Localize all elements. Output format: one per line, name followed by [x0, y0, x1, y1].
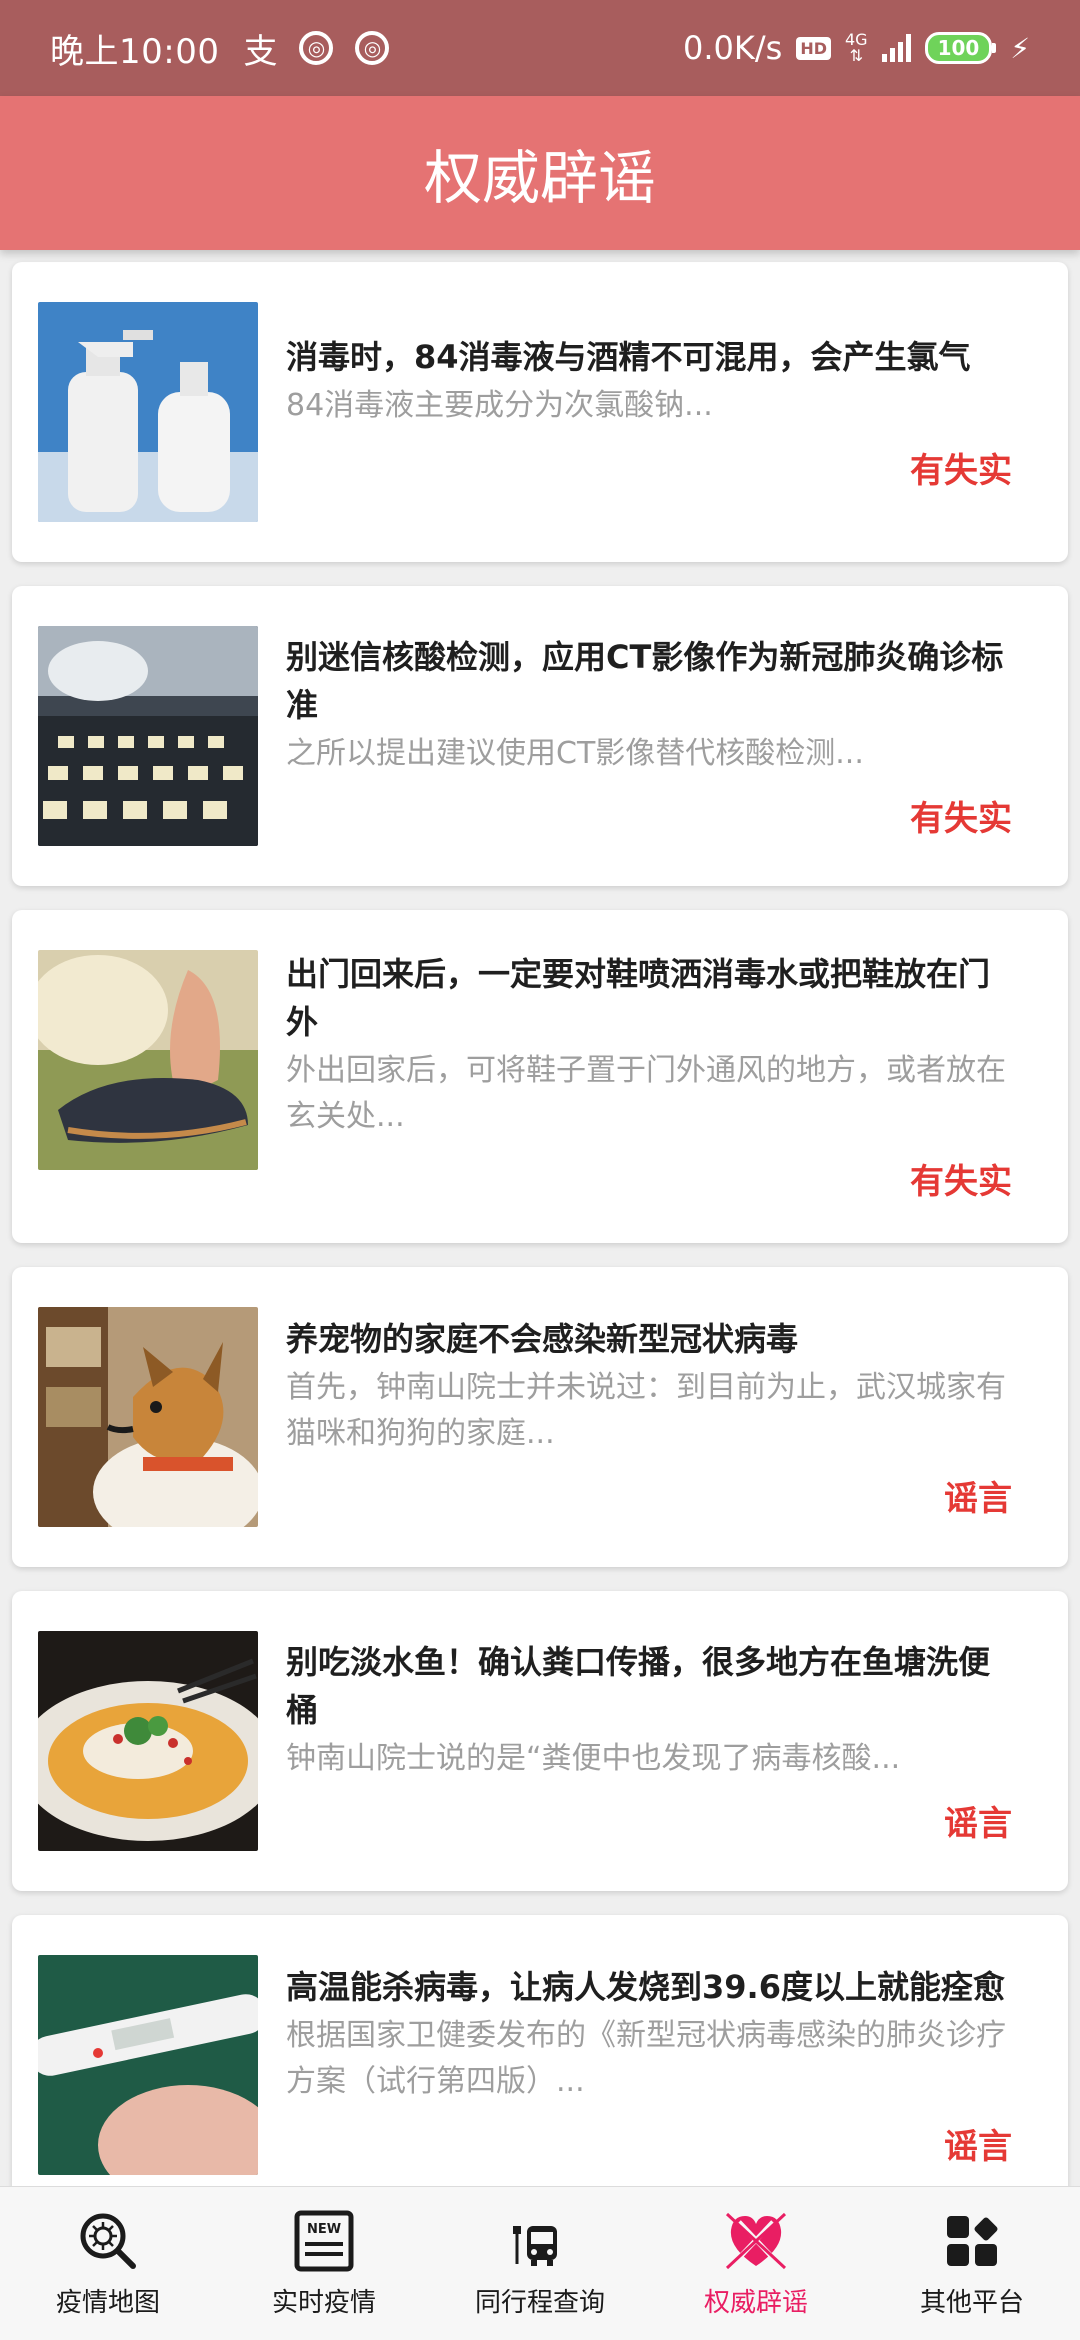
card-image-dog: [38, 1307, 258, 1527]
apps-icon: [939, 2208, 1005, 2274]
card-body: 别迷信核酸检测，应用CT影像作为新冠肺炎确诊标准 之所以提出建议使用CT影像替代…: [286, 626, 1042, 846]
card-summary: 钟南山院士说的是“粪便中也发现了病毒核酸...: [286, 1740, 901, 1776]
rumor-list[interactable]: 消毒时，84消毒液与酒精不可混用，会产生氯气 84消毒液主要成分为次氯酸钠...…: [0, 250, 1080, 2186]
rumor-card[interactable]: 高温能杀病毒，让病人发烧到39.6度以上就能痊愈 根据国家卫健委发布的《新型冠状…: [12, 1915, 1068, 2186]
card-body: 出门回来后，一定要对鞋喷洒消毒水或把鞋放在门外 外出回家后，可将鞋子置于门外通风…: [286, 950, 1042, 1203]
verdict-badge: 有失实: [910, 450, 1012, 491]
verdict-badge: 谣言: [944, 1478, 1012, 1519]
tab-epidemic-map[interactable]: 疫情地图: [0, 2187, 216, 2340]
card-title: 高温能杀病毒，让病人发烧到39.6度以上就能痊愈: [286, 1967, 1005, 2006]
verdict-badge: 有失实: [910, 798, 1012, 839]
tab-label: 同行程查询: [474, 2288, 605, 2318]
card-body: 别吃淡水鱼！确认粪口传播，很多地方在鱼塘洗便桶 钟南山院士说的是“粪便中也发现了…: [286, 1631, 1042, 1851]
hd-icon: HD: [796, 36, 831, 60]
network-speed: 0.0K/s: [683, 29, 783, 67]
page-title: 权威辟谣: [423, 144, 656, 212]
status-notification-icons: 支 ◎ ◎: [243, 24, 390, 73]
tab-realtime[interactable]: NEW 实时疫情: [216, 2187, 432, 2340]
verdict-badge: 谣言: [944, 2126, 1012, 2167]
signal-icon: [881, 34, 911, 62]
card-image-thermometer: [38, 1955, 258, 2175]
rumor-icon: [723, 2208, 789, 2274]
card-body: 高温能杀病毒，让病人发烧到39.6度以上就能痊愈 根据国家卫健委发布的《新型冠状…: [286, 1955, 1042, 2175]
charging-icon: ⚡: [1010, 31, 1030, 65]
tab-itinerary-query[interactable]: 同行程查询: [432, 2187, 648, 2340]
rumor-card[interactable]: 别迷信核酸检测，应用CT影像作为新冠肺炎确诊标准 之所以提出建议使用CT影像替代…: [12, 586, 1068, 886]
bottom-nav: 疫情地图 NEW 实时疫情 同行程查询 权威辟谣 其他平台: [0, 2186, 1080, 2340]
verdict-badge: 有失实: [910, 1162, 1012, 1202]
app-notification-icon: ◎: [299, 31, 334, 65]
card-summary: 84消毒液主要成分为次氯酸钠...: [286, 387, 713, 423]
tab-other-platforms[interactable]: 其他平台: [864, 2187, 1080, 2340]
battery-level: 100: [924, 32, 993, 64]
card-title: 消毒时，84消毒液与酒精不可混用，会产生氯气: [286, 337, 971, 376]
app-notification-icon-2: ◎: [355, 31, 390, 65]
card-image-test-samples: [38, 626, 258, 846]
card-summary: 之所以提出建议使用CT影像替代核酸检测...: [286, 735, 864, 771]
tab-rumor-debunk[interactable]: 权威辟谣: [648, 2187, 864, 2340]
status-time: 晚上10:00: [50, 31, 220, 72]
verdict-badge: 谣言: [944, 1803, 1012, 1844]
data-arrows-icon: ⇅: [849, 46, 863, 65]
tab-label: 其他平台: [919, 2288, 1024, 2318]
card-body: 养宠物的家庭不会感染新型冠状病毒 首先，钟南山院士并未说过：到目前为止，武汉城家…: [286, 1307, 1042, 1527]
news-icon-text: NEW: [307, 2222, 341, 2237]
card-image-shoe: [38, 950, 258, 1170]
app-header: 权威辟谣: [0, 96, 1080, 250]
rumor-card[interactable]: 消毒时，84消毒液与酒精不可混用，会产生氯气 84消毒液主要成分为次氯酸钠...…: [12, 262, 1068, 562]
status-bar: 晚上10:00 支 ◎ ◎ 0.0K/s HD 4G ⇅ 100 ⚡: [0, 0, 1080, 96]
news-icon: NEW: [291, 2208, 357, 2274]
tab-label: 实时疫情: [271, 2288, 376, 2318]
card-title: 别吃淡水鱼！确认粪口传播，很多地方在鱼塘洗便桶: [286, 1642, 991, 1729]
battery-icon: 100: [924, 32, 997, 64]
status-right: 0.0K/s HD 4G ⇅ 100 ⚡: [683, 29, 1030, 67]
card-summary: 根据国家卫健委发布的《新型冠状病毒感染的肺炎诊疗方案（试行第四版）...: [286, 2017, 1006, 2099]
network-type: 4G ⇅: [845, 32, 868, 64]
card-title: 养宠物的家庭不会感染新型冠状病毒: [286, 1319, 799, 1358]
virus-search-icon: [75, 2208, 141, 2274]
card-body: 消毒时，84消毒液与酒精不可混用，会产生氯气 84消毒液主要成分为次氯酸钠...…: [286, 302, 1042, 522]
card-summary: 首先，钟南山院士并未说过：到目前为止，武汉城家有猫咪和狗狗的家庭...: [286, 1369, 1006, 1451]
alipay-icon: 支: [243, 31, 278, 72]
tab-label: 权威辟谣: [703, 2288, 808, 2318]
card-title: 别迷信核酸检测，应用CT影像作为新冠肺炎确诊标准: [286, 637, 1004, 724]
card-summary: 外出回家后，可将鞋子置于门外通风的地方，或者放在玄关处...: [286, 1053, 1006, 1134]
rumor-card[interactable]: 养宠物的家庭不会感染新型冠状病毒 首先，钟南山院士并未说过：到目前为止，武汉城家…: [12, 1267, 1068, 1567]
rumor-card[interactable]: 别吃淡水鱼！确认粪口传播，很多地方在鱼塘洗便桶 钟南山院士说的是“粪便中也发现了…: [12, 1591, 1068, 1891]
rumor-card[interactable]: 出门回来后，一定要对鞋喷洒消毒水或把鞋放在门外 外出回家后，可将鞋子置于门外通风…: [12, 910, 1068, 1243]
card-image-fish-dish: [38, 1631, 258, 1851]
card-title: 出门回来后，一定要对鞋喷洒消毒水或把鞋放在门外: [286, 955, 991, 1041]
card-image-disinfectant-bottles: [38, 302, 258, 522]
tab-label: 疫情地图: [55, 2288, 160, 2318]
bus-icon: [507, 2208, 573, 2274]
